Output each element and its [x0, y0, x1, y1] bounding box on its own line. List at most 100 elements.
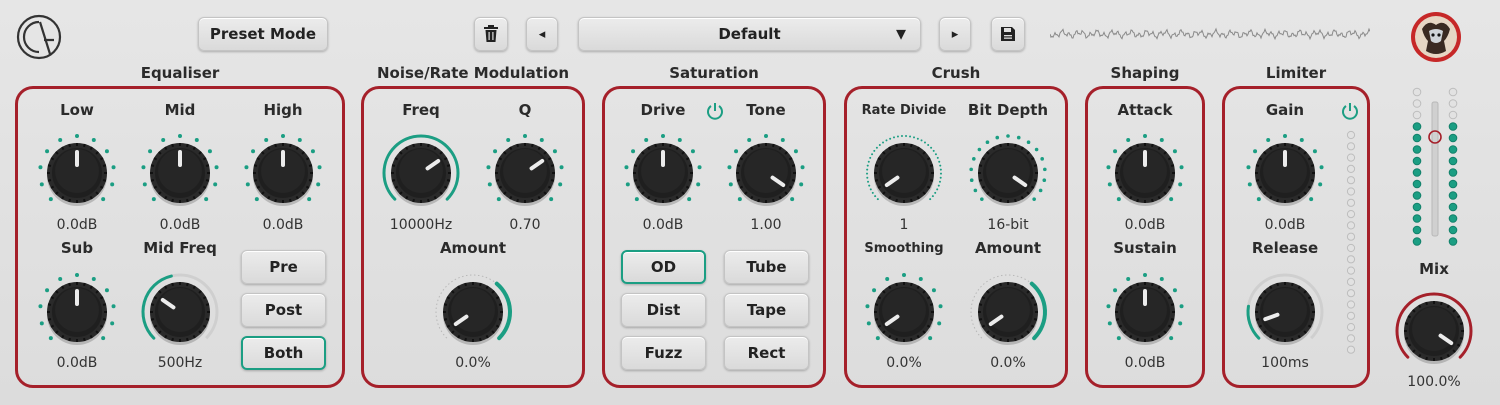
output-meter-led	[1412, 225, 1422, 235]
limiter-title: Limiter	[1265, 64, 1327, 82]
noise-amount-value: 0.0%	[455, 355, 491, 371]
low-value: 0.0dB	[56, 217, 98, 233]
low-label: Low	[60, 101, 94, 119]
release-knob[interactable]	[1245, 272, 1325, 356]
chevron-left-icon: ◂	[538, 26, 546, 42]
attack-value: 0.0dB	[1124, 217, 1166, 233]
gain-reduction-led	[1346, 232, 1356, 241]
gain-reduction-led	[1346, 255, 1356, 264]
avatar	[1410, 11, 1462, 67]
crush-amount-value: 0.0%	[990, 355, 1026, 371]
gain-knob[interactable]	[1245, 133, 1325, 217]
output-meter-led	[1448, 202, 1458, 212]
tone-label: Tone	[746, 101, 786, 119]
rate-divide-label: Rate Divide	[861, 103, 947, 118]
noise-amount-knob[interactable]	[433, 272, 513, 356]
output-meter-led	[1448, 133, 1458, 143]
sat-rect-button[interactable]: Rect	[724, 336, 809, 370]
crush-amount-knob[interactable]	[968, 272, 1048, 356]
output-meter-led	[1412, 237, 1422, 246]
tone-knob[interactable]	[726, 133, 806, 217]
output-meter-led	[1448, 145, 1458, 154]
crush-title: Crush	[931, 64, 981, 82]
gain-reduction-led	[1346, 198, 1356, 207]
mix-knob[interactable]	[1394, 291, 1474, 375]
gain-reduction-led	[1346, 210, 1356, 219]
delete-preset-button[interactable]	[474, 17, 508, 51]
output-meter-led	[1448, 214, 1458, 223]
prev-preset-button[interactable]: ◂	[526, 17, 558, 51]
sustain-label: Sustain	[1113, 239, 1177, 257]
sustain-value: 0.0dB	[1124, 355, 1166, 371]
bit-depth-value: 16-bit	[987, 217, 1029, 233]
eq-post-button[interactable]: Post	[241, 293, 326, 327]
gain-label: Gain	[1265, 101, 1305, 119]
high-knob[interactable]	[243, 133, 323, 217]
q-label: Q	[518, 101, 532, 119]
output-meter-led	[1448, 156, 1458, 166]
drive-value: 0.0dB	[642, 217, 684, 233]
q-knob[interactable]	[485, 133, 565, 217]
chevron-right-icon: ▸	[951, 26, 959, 42]
gain-reduction-led	[1346, 243, 1356, 253]
smoothing-knob[interactable]	[864, 272, 944, 356]
sat-fuzz-button[interactable]: Fuzz	[621, 336, 706, 370]
mid-value: 0.0dB	[159, 217, 201, 233]
output-meter-led	[1412, 191, 1422, 200]
output-meter-led	[1412, 202, 1422, 212]
freq-knob[interactable]	[381, 133, 461, 217]
output-meter-led	[1448, 191, 1458, 200]
next-preset-button[interactable]: ▸	[939, 17, 971, 51]
sat-dist-button[interactable]: Dist	[621, 293, 706, 327]
gain-value: 0.0dB	[1264, 217, 1306, 233]
output-meter-led	[1448, 179, 1458, 189]
save-preset-button[interactable]	[991, 17, 1025, 51]
save-icon	[1001, 27, 1015, 41]
limiter-power-icon[interactable]	[1340, 101, 1360, 125]
gain-reduction-led	[1346, 164, 1356, 174]
freq-label: Freq	[402, 101, 440, 119]
gain-reduction-led	[1346, 176, 1356, 185]
gain-reduction-led	[1346, 323, 1356, 332]
sub-knob[interactable]	[37, 272, 117, 356]
output-level-meter[interactable]	[1405, 86, 1465, 254]
sat-tape-button[interactable]: Tape	[724, 293, 809, 327]
output-meter-led	[1412, 87, 1422, 97]
output-meter-led	[1448, 110, 1458, 120]
mix-value: 100.0%	[1407, 374, 1461, 390]
mid-freq-knob[interactable]	[140, 272, 220, 356]
mid-knob[interactable]	[140, 133, 220, 217]
preset-dropdown[interactable]: Default ▾	[578, 17, 921, 51]
drive-knob[interactable]	[623, 133, 703, 217]
noise-title: Noise/Rate Modulation	[376, 64, 570, 82]
gain-reduction-led	[1346, 266, 1356, 275]
sat-tube-button[interactable]: Tube	[724, 250, 809, 284]
low-knob[interactable]	[37, 133, 117, 217]
bit-depth-knob[interactable]	[968, 133, 1048, 217]
sub-label: Sub	[60, 239, 94, 257]
output-meter-led	[1412, 168, 1422, 177]
tone-value: 1.00	[750, 217, 782, 233]
output-meter-led	[1412, 214, 1422, 223]
output-meter-led	[1412, 133, 1422, 143]
sub-value: 0.0dB	[56, 355, 98, 371]
sustain-knob[interactable]	[1105, 272, 1185, 356]
high-value: 0.0dB	[262, 217, 304, 233]
gain-reduction-led	[1346, 289, 1356, 298]
eq-both-button[interactable]: Both	[241, 336, 326, 370]
gain-reduction-led	[1346, 311, 1356, 320]
output-meter-led	[1412, 110, 1422, 120]
noise-amount-label: Amount	[439, 239, 507, 257]
gain-reduction-led	[1346, 187, 1356, 196]
release-value: 100ms	[1261, 355, 1309, 371]
output-meter-led	[1448, 168, 1458, 177]
gain-reduction-led	[1346, 153, 1356, 162]
sat-od-button[interactable]: OD	[621, 250, 706, 284]
eq-pre-button[interactable]: Pre	[241, 250, 326, 284]
attack-knob[interactable]	[1105, 133, 1185, 217]
rate-divide-value: 1	[899, 217, 909, 233]
shaping-title: Shaping	[1110, 64, 1180, 82]
rate-divide-knob[interactable]	[864, 133, 944, 217]
output-meter-led	[1412, 145, 1422, 154]
preset-mode-button[interactable]: Preset Mode	[198, 17, 328, 51]
